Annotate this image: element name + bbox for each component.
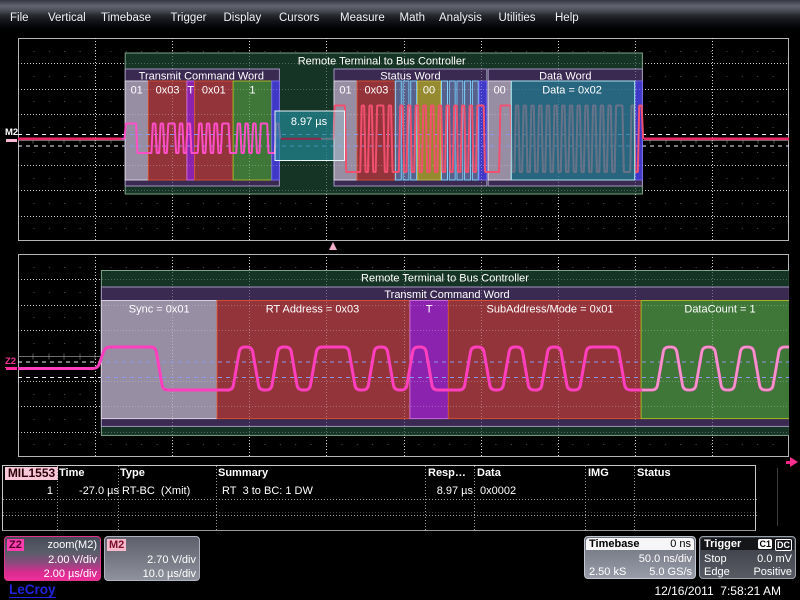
svg-text:Remote Terminal to Bus Control: Remote Terminal to Bus Controller xyxy=(361,273,529,285)
svg-text:Remote Terminal to Bus Control: Remote Terminal to Bus Controller xyxy=(298,56,466,68)
svg-text:SubAddress/Mode = 0x01: SubAddress/Mode = 0x01 xyxy=(487,304,614,316)
svg-text:00: 00 xyxy=(494,85,506,97)
svg-text:0x03: 0x03 xyxy=(156,85,180,97)
svg-text:RT Address = 0x03: RT Address = 0x03 xyxy=(266,304,359,316)
svg-text:Sync = 0x01: Sync = 0x01 xyxy=(129,304,190,316)
svg-text:01: 01 xyxy=(131,85,143,97)
svg-text:1: 1 xyxy=(249,85,255,97)
svg-text:8.97 µs: 8.97 µs xyxy=(291,116,328,128)
svg-text:T: T xyxy=(426,304,433,316)
svg-text:Status Word: Status Word xyxy=(380,71,440,83)
svg-text:0x03: 0x03 xyxy=(364,85,388,97)
svg-text:Transmit Command Word: Transmit Command Word xyxy=(139,71,264,83)
svg-text:Data = 0x02: Data = 0x02 xyxy=(542,85,602,97)
svg-text:T: T xyxy=(187,85,194,97)
svg-text:00: 00 xyxy=(423,85,435,97)
svg-text:0x01: 0x01 xyxy=(202,85,226,97)
svg-text:Data Word: Data Word xyxy=(539,71,591,83)
svg-text:01: 01 xyxy=(339,85,351,97)
svg-text:Transmit Command Word: Transmit Command Word xyxy=(384,289,509,301)
svg-text:DataCount = 1: DataCount = 1 xyxy=(684,304,755,316)
